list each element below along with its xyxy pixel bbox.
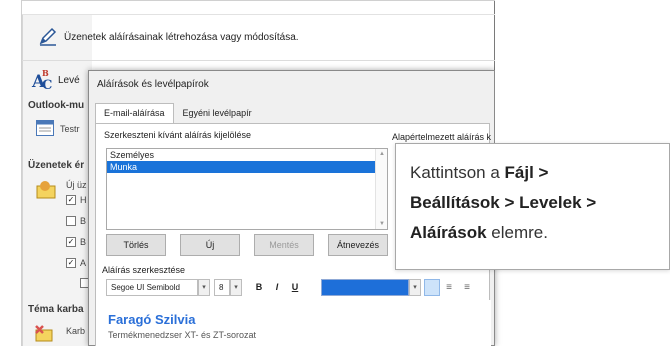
bold-button[interactable]: B <box>252 280 266 295</box>
checkbox-4-label: A <box>80 258 87 268</box>
theme-icon <box>34 322 56 345</box>
outlook-item-label: Testr <box>60 124 80 134</box>
size-chevron-down-icon[interactable]: ▾ <box>230 279 242 296</box>
tab-personal-stationery[interactable]: Egyéni levélpapír <box>173 103 261 123</box>
checkbox-2[interactable] <box>66 216 76 226</box>
save-button[interactable]: Mentés <box>254 234 314 256</box>
checkbox-2-label: B <box>80 216 87 226</box>
theme-section-header: Téma karba <box>28 304 84 315</box>
messages-section-header: Üzenetek ér <box>28 160 85 171</box>
select-signature-label: Szerkeszteni kívánt aláírás kijelölése <box>104 130 252 140</box>
signature-list[interactable]: Személyes Munka ▲ ▼ <box>106 148 388 230</box>
rename-button[interactable]: Átnevezés <box>328 234 388 256</box>
delete-button[interactable]: Törlés <box>106 234 166 256</box>
format-toolbar: Segoe UI Semibold ▾ 8 ▾ B I U ▾ ≡ ≡ <box>106 279 491 297</box>
callout-suffix: elemre. <box>491 223 548 242</box>
edit-signatures-row: Üzenetek aláírásainak létrehozása vagy m… <box>38 26 299 49</box>
dialog-tabs: E-mail-aláírása Egyéni levélpapír <box>95 103 261 124</box>
edit-signatures-text: Üzenetek aláírásainak létrehozása vagy m… <box>64 32 299 43</box>
checkbox-1-label: H <box>80 195 87 205</box>
checkbox-3[interactable]: ✓ <box>66 237 76 247</box>
scroll-down-icon[interactable]: ▼ <box>379 221 385 227</box>
callout-settings-mail: Beállítások > Levelek > <box>410 193 597 212</box>
signature-title: Termékmenedzser XT- és ZT-sorozat <box>108 330 257 340</box>
align-right-icon[interactable]: ≡ <box>460 280 474 295</box>
signature-list-scrollbar[interactable]: ▲ ▼ <box>375 149 387 229</box>
outlook-panes-icon <box>36 120 54 139</box>
callout-prefix: Kattintson a <box>410 163 500 182</box>
size-select[interactable]: 8 <box>214 279 230 296</box>
align-left-icon[interactable] <box>424 279 440 296</box>
tab-email-signature[interactable]: E-mail-aláírása <box>95 103 174 124</box>
scroll-up-icon[interactable]: ▲ <box>379 151 385 157</box>
messages-item-label: Új üz <box>66 180 87 190</box>
top-divider <box>22 0 495 1</box>
font-select[interactable]: Segoe UI Semibold <box>106 279 198 296</box>
spelling-abc-icon: ABC <box>32 68 53 93</box>
align-center-icon[interactable]: ≡ <box>442 280 456 295</box>
right-background <box>495 0 670 143</box>
edit-signature-label: Aláírás szerkesztése <box>102 265 186 275</box>
font-color-picker[interactable] <box>321 279 409 296</box>
dialog-title: Aláírások és levélpapírok <box>97 79 209 90</box>
callout-signatures: Aláírások <box>410 223 487 242</box>
signature-name: Faragó Szilvia <box>108 312 196 327</box>
envelope-person-icon <box>36 180 58 203</box>
instruction-callout: Kattintson a Fájl > Beállítások > Levele… <box>395 143 670 270</box>
underline-button[interactable]: U <box>288 280 302 295</box>
theme-item-label: Karb <box>66 326 86 336</box>
signature-editor[interactable]: Faragó Szilvia Termékmenedzser XT- és ZT… <box>106 300 491 346</box>
spelling-label: Levé <box>58 74 80 86</box>
font-chevron-down-icon[interactable]: ▾ <box>198 279 210 296</box>
signature-item-work[interactable]: Munka <box>107 161 387 173</box>
spelling-row: ABC Levé <box>32 68 80 93</box>
pen-icon <box>38 26 58 49</box>
default-signature-label: Alapértelmezett aláírás k <box>392 132 492 142</box>
checkbox-3-label: B <box>80 237 87 247</box>
left-edge <box>0 0 22 346</box>
new-button[interactable]: Új <box>180 234 240 256</box>
callout-file: Fájl > <box>504 163 549 182</box>
italic-button[interactable]: I <box>270 280 284 295</box>
color-chevron-down-icon[interactable]: ▾ <box>409 279 421 296</box>
outlook-section-header: Outlook-mu <box>28 100 85 111</box>
signature-item-personal[interactable]: Személyes <box>107 149 387 161</box>
section-divider <box>22 14 495 15</box>
section-divider-2 <box>22 60 495 61</box>
checkbox-1[interactable]: ✓ <box>66 195 76 205</box>
checkbox-4[interactable]: ✓ <box>66 258 76 268</box>
